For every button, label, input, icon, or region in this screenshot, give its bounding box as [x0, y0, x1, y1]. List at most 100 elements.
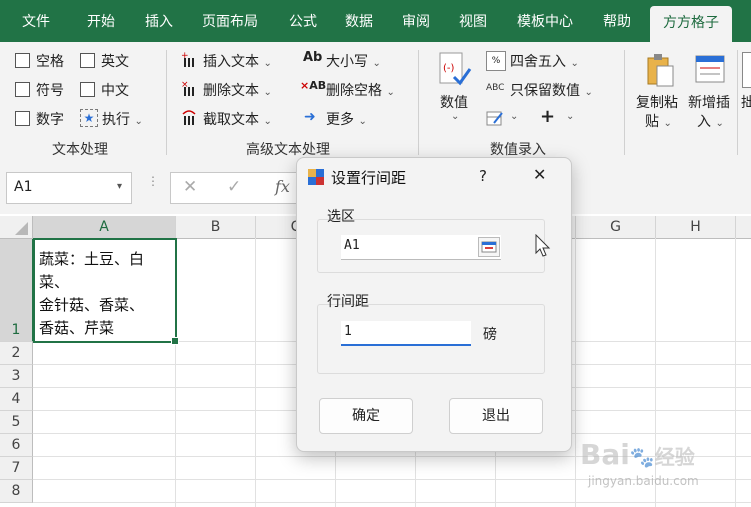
mouse-cursor-icon	[535, 233, 551, 258]
cell-a1[interactable]: 蔬菜：土豆、白 菜、 金针菇、香菜、 香菇、芹菜	[33, 238, 179, 345]
copy-paste-button[interactable]: 复制粘	[636, 92, 678, 112]
watermark-url: jingyan.baidu.com	[588, 474, 699, 488]
watermark-logo: Bai🐾经验	[580, 438, 695, 471]
tab-help[interactable]: 帮助	[603, 0, 631, 42]
checkbox-chinese[interactable]	[80, 82, 95, 97]
percent-icon: %	[486, 51, 506, 71]
delete-space-icon: ×AB	[300, 79, 327, 92]
delete-text-icon: ×	[180, 79, 198, 97]
keep-value-button[interactable]: 只保留数值 ⌄	[510, 80, 593, 100]
delete-space-button[interactable]: 删除空格 ⌄	[326, 80, 395, 100]
column-header-g[interactable]: G	[576, 216, 656, 239]
row-header-6[interactable]: 6	[0, 434, 33, 457]
cell-a1-line: 金针菇、香菜、	[39, 296, 145, 314]
tab-template-center[interactable]: 模板中心	[517, 0, 573, 42]
dialog-title: 设置行间距	[331, 169, 407, 187]
chevron-down-icon[interactable]: ▾	[117, 181, 122, 192]
tab-review[interactable]: 审阅	[402, 0, 430, 42]
ribbon-separator	[737, 50, 738, 155]
exit-button[interactable]: 退出	[449, 398, 543, 434]
tab-fangfang[interactable]: 方方格子	[650, 6, 732, 42]
checkbox-english[interactable]	[80, 53, 95, 68]
plus-icon[interactable]: +	[540, 106, 555, 127]
chevron-down-icon[interactable]: ⌄	[510, 111, 518, 122]
tab-page-layout[interactable]: 页面布局	[202, 0, 258, 42]
ribbon-separator	[624, 50, 625, 155]
tab-home[interactable]: 开始	[87, 0, 115, 42]
fx-icon[interactable]: fx	[275, 177, 290, 196]
app-icon	[307, 168, 325, 186]
tab-view[interactable]: 视图	[459, 0, 487, 42]
new-insert-icon	[694, 54, 728, 86]
cell-a1-line: 菜、	[39, 273, 70, 291]
row-header-4[interactable]: 4	[0, 388, 33, 411]
checkbox-number[interactable]	[15, 111, 30, 126]
column-header-b[interactable]: B	[176, 216, 256, 239]
value-button[interactable]: 数值	[440, 92, 468, 112]
tab-insert[interactable]: 插入	[145, 0, 173, 42]
range-picker-icon[interactable]	[478, 237, 500, 257]
insert-text-button[interactable]: 插入文本 ⌄	[203, 51, 272, 71]
row-header-7[interactable]: 7	[0, 457, 33, 480]
column-header-h[interactable]: H	[656, 216, 736, 239]
cell-a1-line: 蔬菜：土豆、白	[39, 250, 145, 268]
clipboard-icon	[645, 52, 675, 88]
cell-a1-line: 香菇、芹菜	[39, 319, 115, 337]
name-box-value: A1	[14, 179, 33, 195]
spacing-input[interactable]: 1	[341, 321, 471, 346]
row-header-1[interactable]: 1	[0, 239, 34, 342]
group-label-advanced-text: 高级文本处理	[246, 142, 330, 158]
row-header-2[interactable]: 2	[0, 342, 33, 365]
row-header-5[interactable]: 5	[0, 411, 33, 434]
checkbox-symbol[interactable]	[15, 82, 30, 97]
insert-text-icon: +	[180, 50, 198, 68]
new-insert-button-line2: 入 ⌄	[697, 114, 724, 130]
ribbon-separator	[166, 50, 167, 155]
case-icon: Ab	[303, 50, 323, 65]
help-button[interactable]: ?	[479, 167, 487, 185]
formula-input[interactable]: ✕ ✓ fx	[170, 172, 312, 204]
chevron-down-icon[interactable]: ⌄	[566, 111, 574, 122]
selection-label: 选区	[327, 209, 355, 225]
checkbox-symbol-label: 符号	[36, 83, 64, 99]
new-insert-button[interactable]: 新增插	[688, 92, 730, 112]
select-all-corner[interactable]	[0, 216, 33, 239]
more-button[interactable]: 更多 ⌄	[326, 109, 367, 129]
drag-handle-icon[interactable]: ⋮	[147, 175, 159, 187]
execute-button[interactable]: 执行 ⌄	[102, 109, 143, 129]
chevron-down-icon: ⌄	[451, 111, 460, 122]
case-button[interactable]: 大小写 ⌄	[326, 51, 381, 71]
checkbox-space[interactable]	[15, 53, 30, 68]
ok-button[interactable]: 确定	[319, 398, 413, 434]
tab-data[interactable]: 数据	[345, 0, 373, 42]
cut-button[interactable]: 拙	[741, 92, 751, 112]
line-spacing-dialog: 设置行间距 ? ✕ 选区 A1 行间距 1 磅 确定 退出	[296, 157, 572, 452]
enter-icon[interactable]: ✓	[227, 177, 241, 197]
checkbox-number-label: 数字	[36, 112, 64, 128]
extract-text-button[interactable]: 截取文本 ⌄	[203, 109, 272, 129]
close-icon[interactable]: ✕	[533, 165, 546, 184]
unit-label: 磅	[483, 327, 497, 343]
edit-table-icon	[486, 109, 504, 127]
column-header-i[interactable]	[736, 216, 751, 239]
tab-formulas[interactable]: 公式	[289, 0, 317, 42]
row-header-8[interactable]: 8	[0, 480, 33, 503]
round-button[interactable]: 四舍五入 ⌄	[510, 51, 579, 71]
name-box[interactable]: A1 ▾	[6, 172, 132, 204]
tab-file[interactable]: 文件	[22, 0, 50, 42]
ribbon-separator	[418, 50, 419, 155]
extract-text-icon	[180, 108, 198, 126]
grid-line	[575, 238, 576, 507]
cancel-icon[interactable]: ✕	[183, 177, 197, 197]
row-header-3[interactable]: 3	[0, 365, 33, 388]
selection-input[interactable]: A1	[341, 235, 501, 260]
column-header-a[interactable]: A	[33, 216, 176, 240]
fill-handle[interactable]	[171, 337, 179, 345]
checkbox-chinese-label: 中文	[101, 83, 129, 99]
abc-icon: ABC	[486, 83, 505, 93]
grid-line	[735, 238, 736, 507]
svg-text:(-): (-)	[443, 63, 455, 74]
delete-text-button[interactable]: 删除文本 ⌄	[203, 80, 272, 100]
ribbon-tab-bar: 文件 开始 插入 页面布局 公式 数据 审阅 视图 模板中心 帮助 方方格子	[0, 0, 751, 42]
spacing-label: 行间距	[327, 294, 369, 310]
